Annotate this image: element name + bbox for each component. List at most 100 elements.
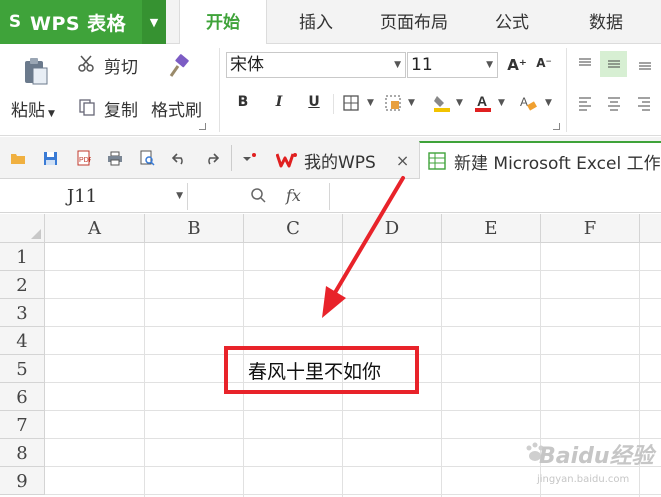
column-header-f[interactable]: F (541, 214, 640, 243)
column-header-g[interactable] (640, 214, 661, 243)
paste-label: 粘贴 (11, 101, 45, 121)
font-size-select[interactable]: 11 ▼ (407, 52, 498, 78)
name-box[interactable]: J11 ▼ (0, 183, 188, 210)
row-header-8[interactable]: 8 (0, 439, 45, 467)
formula-input[interactable] (329, 183, 661, 210)
column-header-b[interactable]: B (145, 214, 244, 243)
bold-button[interactable]: B (234, 94, 252, 110)
clear-format-dropdown-icon[interactable]: ▼ (545, 98, 552, 108)
underline-button[interactable]: U (305, 94, 323, 110)
paste-button[interactable]: 粘贴 ▼ (11, 96, 55, 121)
gridline (45, 270, 661, 271)
font-dialog-launcher[interactable] (553, 123, 560, 130)
fill-pattern-dropdown-icon[interactable]: ▼ (408, 98, 415, 108)
tab-page-layout[interactable]: 页面布局 (368, 0, 460, 44)
scissors-icon (77, 55, 97, 73)
tab-formulas[interactable]: 公式 (478, 0, 546, 44)
chevron-down-icon: ▼ (176, 191, 183, 201)
print-icon[interactable] (106, 149, 124, 167)
align-top-icon[interactable] (577, 56, 593, 72)
row-header-6[interactable]: 6 (0, 383, 45, 411)
ribbon-tab-bar: S WPS 表格 ▼ 开始 插入 页面布局 公式 数据 (0, 0, 661, 45)
zoom-search-icon[interactable] (249, 186, 267, 204)
tab-data[interactable]: 数据 (574, 0, 638, 44)
row-header-9[interactable]: 9 (0, 467, 45, 495)
gridline (45, 494, 661, 495)
clipboard-dialog-launcher[interactable] (199, 123, 206, 130)
insert-function-button[interactable]: fx (286, 186, 301, 205)
font-color-icon[interactable]: A (474, 92, 492, 114)
svg-text:PDF: PDF (79, 157, 91, 164)
doc-tab-my-wps[interactable]: 我的WPS × (274, 141, 414, 179)
app-menu-dropdown-button[interactable]: ▼ (142, 0, 166, 44)
select-all-button[interactable] (0, 214, 45, 243)
row-header-1[interactable]: 1 (0, 243, 45, 271)
fill-pattern-icon[interactable] (385, 95, 401, 111)
ribbon-panel: 粘贴 ▼ 剪切 复制 格式刷 宋体 ▼ 11 ▼ A⁺ A⁻ B I U ▼ ▼ ▼ … (0, 44, 661, 136)
font-shrink-button[interactable]: A⁻ (533, 56, 555, 70)
font-color-dropdown-icon[interactable]: ▼ (498, 98, 505, 108)
row-header-5[interactable]: 5 (0, 355, 45, 383)
column-header-c[interactable]: C (244, 214, 343, 243)
wps-logo-icon: S (8, 12, 22, 32)
doc-tab-excel-workbook[interactable]: 新建 Microsoft Excel 工作 (419, 141, 661, 179)
tab-insert[interactable]: 插入 (276, 0, 356, 44)
gridline (45, 298, 661, 299)
column-header-d[interactable]: D (343, 214, 442, 243)
align-center-icon[interactable] (606, 95, 622, 111)
font-name-value: 宋体 (230, 55, 264, 75)
highlight-box (224, 346, 419, 394)
formula-bar: J11 ▼ fx (0, 180, 661, 213)
row-header-4[interactable]: 4 (0, 327, 45, 355)
copy-button[interactable]: 复制 (104, 96, 138, 121)
column-header-e[interactable]: E (442, 214, 541, 243)
fill-color-dropdown-icon[interactable]: ▼ (456, 98, 463, 108)
gridline (144, 243, 145, 497)
clear-format-icon[interactable]: A (518, 93, 538, 113)
italic-button[interactable]: I (270, 94, 288, 110)
align-right-icon[interactable] (636, 95, 652, 111)
open-folder-icon[interactable] (9, 149, 27, 167)
spreadsheet-file-icon (428, 152, 446, 170)
fill-color-icon[interactable] (432, 93, 452, 113)
row-header-3[interactable]: 3 (0, 299, 45, 327)
watermark-text: Baidu经验 (539, 444, 654, 469)
print-preview-icon[interactable] (138, 149, 156, 167)
align-middle-icon[interactable] (600, 51, 627, 77)
row-header-7[interactable]: 7 (0, 411, 45, 439)
svg-text:A: A (520, 95, 528, 109)
font-grow-button[interactable]: A⁺ (506, 56, 528, 74)
row-header-2[interactable]: 2 (0, 271, 45, 299)
format-painter-button[interactable]: 格式刷 (151, 96, 202, 121)
format-painter-icon (165, 54, 191, 80)
quick-access-customize-icon[interactable] (240, 149, 258, 167)
border-dropdown-icon[interactable]: ▼ (367, 98, 374, 108)
export-pdf-icon[interactable]: PDF (74, 149, 92, 167)
tab-home[interactable]: 开始 (179, 0, 267, 45)
document-tab-bar: PDF 我的WPS × 新建 Microsoft Excel 工作 (0, 137, 661, 179)
watermark-url: jingyan.baidu.com (537, 474, 630, 485)
save-icon[interactable] (41, 149, 59, 167)
close-icon[interactable]: × (396, 151, 409, 170)
undo-icon[interactable] (170, 149, 188, 167)
cell-reference: J11 (67, 186, 98, 207)
redo-icon[interactable] (202, 149, 220, 167)
chevron-down-icon: ▼ (486, 60, 493, 70)
watermark: Baidu经验 jingyan.baidu.com (525, 428, 661, 494)
font-size-value: 11 (411, 55, 433, 75)
align-bottom-icon[interactable] (637, 56, 653, 72)
paste-icon[interactable] (22, 56, 50, 86)
doc-tab-label: 新建 Microsoft Excel 工作 (454, 153, 661, 174)
copy-icon (78, 98, 96, 116)
align-left-icon[interactable] (577, 95, 593, 111)
paste-dropdown-icon[interactable]: ▼ (48, 109, 55, 119)
app-title: WPS 表格 (30, 12, 127, 35)
cut-button[interactable]: 剪切 (104, 53, 138, 78)
column-header-a[interactable]: A (45, 214, 145, 243)
gridline (441, 243, 442, 497)
divider (333, 94, 334, 114)
font-name-select[interactable]: 宋体 ▼ (226, 52, 406, 78)
group-divider (566, 48, 567, 132)
border-icon[interactable] (343, 95, 359, 111)
app-menu-button[interactable]: S WPS 表格 ▼ (0, 0, 166, 44)
